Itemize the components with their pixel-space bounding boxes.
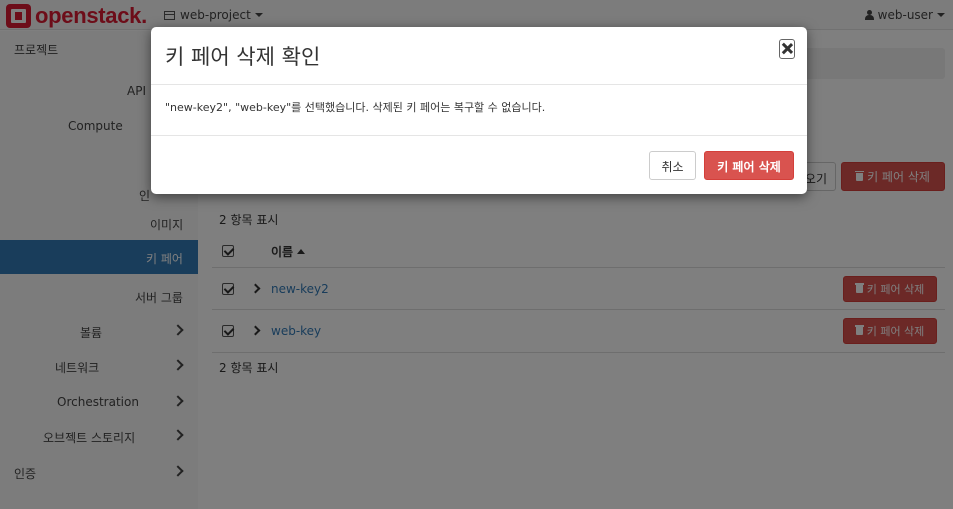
modal-header: 키 페어 삭제 확인 [151, 27, 807, 85]
close-icon[interactable] [779, 39, 795, 59]
confirm-delete-button[interactable]: 키 페어 삭제 [704, 151, 794, 180]
modal-message: "new-key2", "web-key"를 선택했습니다. 삭제된 키 페어는… [165, 101, 546, 114]
modal-title: 키 페어 삭제 확인 [165, 45, 321, 69]
cancel-button[interactable]: 취소 [649, 151, 696, 180]
modal-body: "new-key2", "web-key"를 선택했습니다. 삭제된 키 페어는… [151, 85, 807, 136]
delete-confirm-modal: 키 페어 삭제 확인 "new-key2", "web-key"를 선택했습니다… [151, 27, 807, 194]
